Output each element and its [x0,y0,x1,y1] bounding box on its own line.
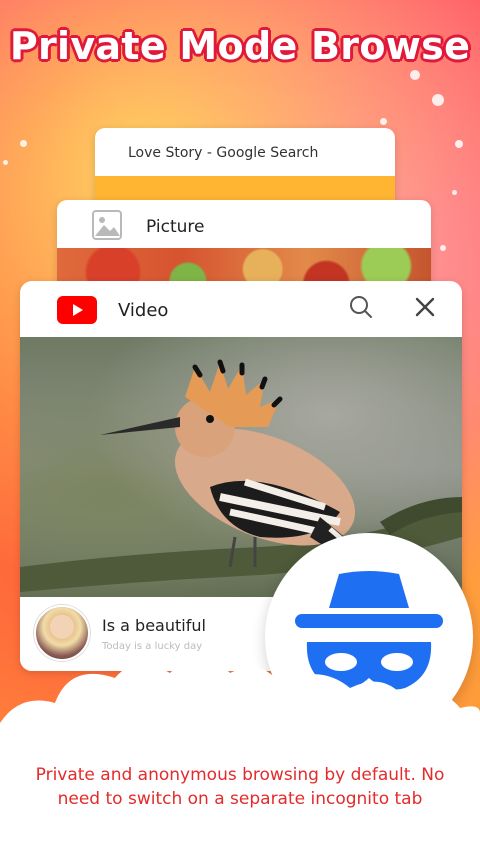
sparkle [20,140,27,147]
sparkle [410,70,420,80]
sparkle [380,118,387,125]
search-tab-title: Love Story - Google Search [128,145,319,161]
sparkle [440,245,446,251]
video-tab-title: Video [118,300,169,321]
youtube-icon [57,296,97,324]
sparkle [452,190,457,195]
headline: Private Mode Browse [9,24,471,68]
feature-description: Private and anonymous browsing by defaul… [35,765,445,809]
close-icon[interactable] [412,294,438,320]
image-icon [92,210,122,240]
cloud-footer [0,658,480,853]
picture-tab-title: Picture [146,217,205,237]
search-icon[interactable] [348,294,374,320]
sparkle [455,140,463,148]
sparkle [432,94,444,106]
sparkle [3,160,8,165]
